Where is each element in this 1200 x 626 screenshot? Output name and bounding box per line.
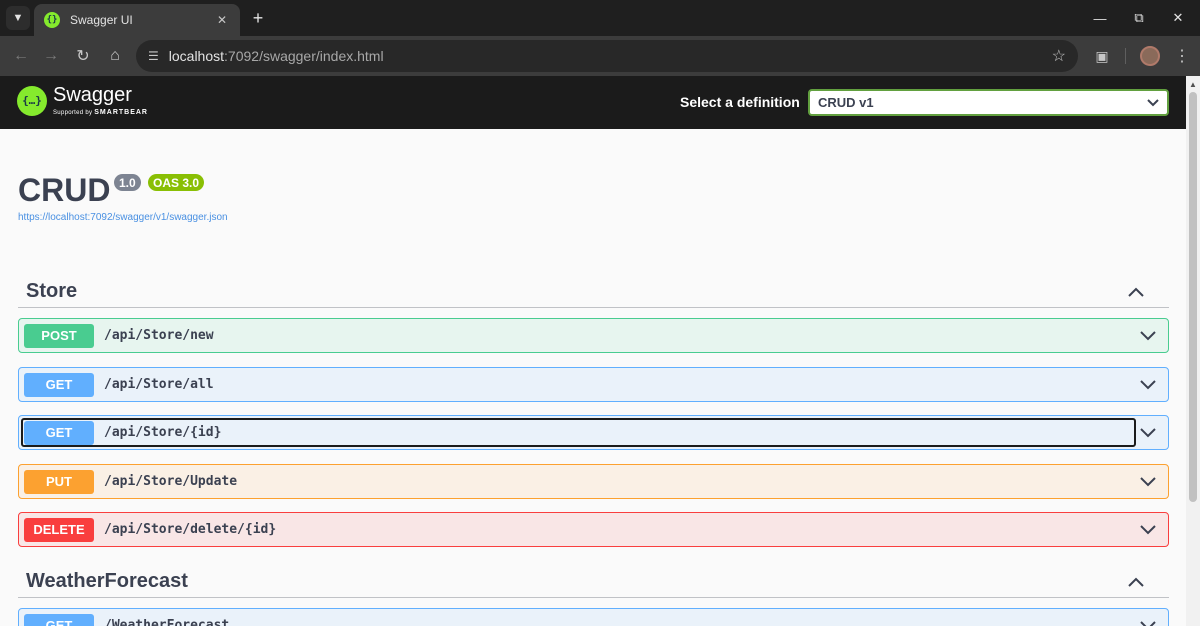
operation-post-store-new[interactable]: POST /api/Store/new bbox=[18, 318, 1169, 353]
profile-avatar[interactable] bbox=[1140, 46, 1160, 66]
method-badge: GET bbox=[24, 372, 94, 397]
chevron-down-icon[interactable] bbox=[1137, 374, 1159, 396]
page-viewport: {…} Swagger Supported by SMARTBEAR Selec… bbox=[0, 76, 1186, 626]
chevron-down-icon[interactable] bbox=[1137, 519, 1159, 541]
operation-path: /api/Store/all bbox=[104, 377, 214, 392]
swagger-favicon-icon: {} bbox=[44, 12, 60, 28]
tag-section-store[interactable]: Store bbox=[18, 275, 1169, 308]
tag-name: Store bbox=[26, 280, 78, 302]
back-arrow-icon[interactable]: ← bbox=[8, 43, 34, 69]
restore-window-icon[interactable]: ⧉ bbox=[1117, 4, 1161, 32]
address-bar[interactable]: ☰ localhost:7092/swagger/index.html ☆ bbox=[136, 40, 1078, 72]
logo-name: Swagger bbox=[53, 84, 132, 106]
toolbar-divider bbox=[1125, 48, 1126, 64]
scrollbar-thumb[interactable] bbox=[1189, 92, 1197, 502]
method-badge: POST bbox=[24, 323, 94, 348]
definition-select[interactable]: CRUD v1 bbox=[808, 89, 1169, 116]
operation-get-store-id[interactable]: GET /api/Store/{id} bbox=[18, 415, 1169, 450]
page-scrollbar[interactable]: ▲ bbox=[1186, 76, 1200, 626]
api-title: CRUD bbox=[18, 172, 111, 208]
url-text: localhost:7092/swagger/index.html bbox=[168, 48, 384, 64]
site-info-tune-icon[interactable]: ☰ bbox=[148, 49, 159, 63]
scroll-up-arrow-icon[interactable]: ▲ bbox=[1186, 80, 1200, 90]
browser-toolbar: ← → ↻ ⌂ ☰ localhost:7092/swagger/index.h… bbox=[0, 36, 1200, 76]
operation-path: /WeatherForecast bbox=[104, 618, 230, 626]
operation-put-store-update[interactable]: PUT /api/Store/Update bbox=[18, 464, 1169, 499]
method-badge: DELETE bbox=[24, 517, 94, 542]
operation-get-weatherforecast[interactable]: GET /WeatherForecast bbox=[18, 608, 1169, 626]
operation-path: /api/Store/Update bbox=[104, 474, 238, 489]
operation-delete-store-id[interactable]: DELETE /api/Store/delete/{id} bbox=[18, 512, 1169, 547]
definition-selected-value: CRUD v1 bbox=[818, 95, 874, 110]
chevron-down-icon[interactable] bbox=[1137, 471, 1159, 493]
browser-tab-swagger[interactable]: {} Swagger UI ✕ bbox=[34, 4, 240, 36]
operation-path: /api/Store/delete/{id} bbox=[104, 522, 277, 537]
tab-close-icon[interactable]: ✕ bbox=[214, 13, 230, 27]
swagger-topbar: {…} Swagger Supported by SMARTBEAR Selec… bbox=[0, 76, 1186, 129]
oas-version-badge: OAS 3.0 bbox=[148, 174, 205, 191]
browser-tabstrip: ▼ {} Swagger UI ✕ + — ⧉ ✕ bbox=[0, 0, 1200, 36]
method-badge: GET bbox=[24, 420, 94, 445]
tag-name: WeatherForecast bbox=[26, 570, 188, 592]
tag-section-weatherforecast[interactable]: WeatherForecast bbox=[18, 565, 1169, 598]
chevron-up-icon[interactable] bbox=[1125, 571, 1147, 593]
chevron-down-icon[interactable] bbox=[1137, 325, 1159, 347]
bookmark-star-icon[interactable]: ☆ bbox=[1052, 46, 1066, 66]
method-badge: GET bbox=[24, 613, 94, 626]
new-tab-plus-icon[interactable]: + bbox=[246, 6, 270, 30]
spec-url-link[interactable]: https://localhost:7092/swagger/v1/swagge… bbox=[18, 212, 228, 223]
chevron-down-icon[interactable] bbox=[1137, 422, 1159, 444]
reload-icon[interactable]: ↻ bbox=[70, 43, 96, 69]
chevron-down-icon[interactable] bbox=[1137, 615, 1159, 626]
method-badge: PUT bbox=[24, 469, 94, 494]
home-icon[interactable]: ⌂ bbox=[102, 43, 128, 69]
definition-label: Select a definition bbox=[680, 94, 800, 110]
logo-supported-by: Supported by SMARTBEAR bbox=[53, 109, 148, 116]
version-badge: 1.0 bbox=[114, 174, 141, 191]
chevron-down-icon bbox=[1147, 96, 1159, 110]
swagger-logo[interactable]: {…} Swagger Supported by SMARTBEAR bbox=[17, 85, 148, 116]
browser-menu-icon[interactable]: ⋮ bbox=[1170, 44, 1194, 68]
chevron-up-icon[interactable] bbox=[1125, 281, 1147, 303]
operation-path: /api/Store/{id} bbox=[104, 425, 222, 440]
extensions-puzzle-icon[interactable]: ▣ bbox=[1090, 44, 1114, 68]
minimize-window-icon[interactable]: — bbox=[1078, 4, 1122, 32]
close-window-icon[interactable]: ✕ bbox=[1156, 4, 1200, 32]
operation-path: /api/Store/new bbox=[104, 328, 214, 343]
operation-get-store-all[interactable]: GET /api/Store/all bbox=[18, 367, 1169, 402]
swagger-logo-icon: {…} bbox=[17, 85, 47, 116]
tab-title: Swagger UI bbox=[70, 13, 133, 27]
forward-arrow-icon[interactable]: → bbox=[38, 43, 64, 69]
tab-search-chevron-icon[interactable]: ▼ bbox=[6, 6, 30, 30]
